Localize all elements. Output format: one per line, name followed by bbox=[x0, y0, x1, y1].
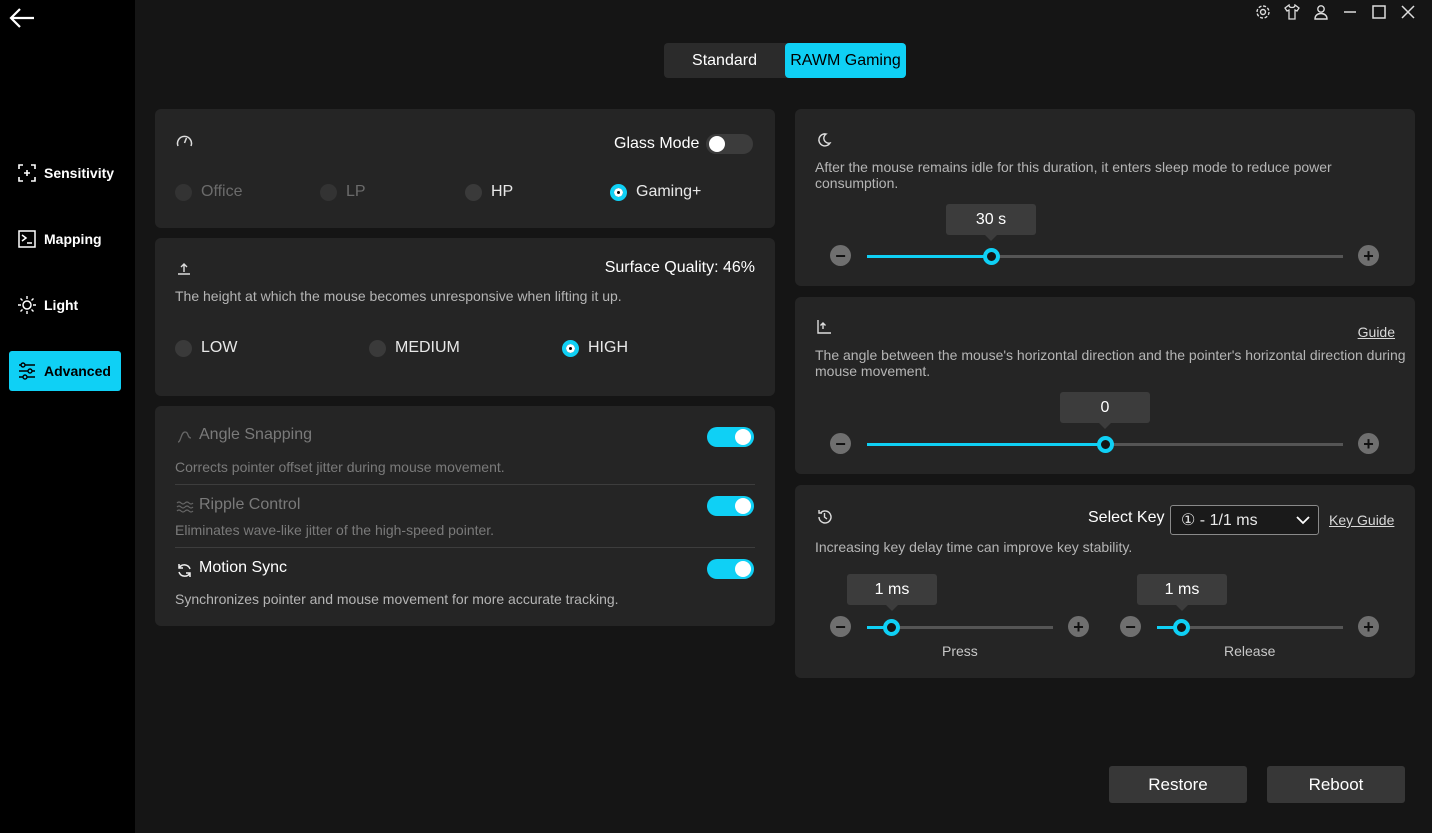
slider-fill bbox=[867, 443, 1105, 446]
lod-option-high[interactable]: HIGH bbox=[562, 339, 628, 357]
glass-mode-toggle[interactable] bbox=[706, 134, 753, 154]
history-icon bbox=[818, 510, 832, 524]
sidebar-item-label: Sensitivity bbox=[44, 165, 115, 181]
sleep-value-bubble: 30 s bbox=[946, 204, 1036, 241]
sleep-description: After the mouse remains idle for this du… bbox=[815, 159, 1332, 191]
ripple-icon bbox=[176, 501, 194, 513]
release-label: Release bbox=[1224, 643, 1276, 659]
performance-mode-card: Glass Mode Office LP HP Gaming+ bbox=[155, 109, 775, 228]
maximize-icon[interactable] bbox=[1364, 2, 1393, 22]
release-decrease-button[interactable]: − bbox=[1120, 616, 1141, 637]
slider-thumb[interactable] bbox=[1097, 436, 1114, 453]
press-value-bubble: 1 ms bbox=[847, 574, 937, 611]
press-decrease-button[interactable]: − bbox=[830, 616, 851, 637]
shirt-icon[interactable] bbox=[1277, 2, 1306, 22]
sidebar-item-sensitivity[interactable]: Sensitivity bbox=[9, 153, 121, 193]
tab-rawm-gaming[interactable]: RAWM Gaming bbox=[785, 43, 906, 78]
angle-tuning-card: Guide The angle between the mouse's hori… bbox=[795, 297, 1415, 474]
angle-increase-button[interactable]: + bbox=[1358, 433, 1379, 454]
gauge-icon bbox=[176, 135, 193, 147]
press-slider[interactable] bbox=[867, 619, 1053, 636]
angle-snapping-toggle[interactable] bbox=[707, 427, 754, 447]
angle-decrease-button[interactable]: − bbox=[830, 433, 851, 454]
release-increase-button[interactable]: + bbox=[1358, 616, 1379, 637]
slider-thumb[interactable] bbox=[883, 619, 901, 636]
sleep-slider[interactable] bbox=[867, 248, 1343, 265]
sidebar-item-label: Light bbox=[44, 297, 79, 313]
titlebar-controls bbox=[1248, 2, 1422, 22]
crosshair-icon bbox=[18, 164, 36, 182]
slider-fill bbox=[867, 255, 991, 258]
sliders-icon bbox=[19, 362, 35, 380]
mode-option-office[interactable]: Office bbox=[175, 183, 243, 201]
divider bbox=[175, 547, 755, 548]
debounce-description: Increasing key delay time can improve ke… bbox=[815, 539, 1133, 555]
lod-option-low[interactable]: LOW bbox=[175, 339, 237, 357]
angle-snapping-label: Angle Snapping bbox=[199, 426, 312, 443]
minimize-icon[interactable] bbox=[1335, 2, 1364, 22]
motion-sync-toggle[interactable] bbox=[707, 559, 754, 579]
mode-switch: Standard RAWM Gaming bbox=[664, 43, 906, 78]
sync-icon bbox=[178, 564, 191, 577]
divider bbox=[175, 484, 755, 485]
sleep-decrease-button[interactable]: − bbox=[830, 245, 851, 266]
debounce-card: Select Key Key Guide Increasing key dela… bbox=[795, 485, 1415, 678]
slider-thumb[interactable] bbox=[1173, 619, 1191, 636]
terminal-icon bbox=[18, 230, 36, 248]
lod-option-medium[interactable]: MEDIUM bbox=[369, 339, 460, 357]
reboot-button[interactable]: Reboot bbox=[1267, 766, 1405, 803]
moon-icon bbox=[818, 133, 832, 147]
angle-description: The angle between the mouse's horizontal… bbox=[815, 347, 1406, 379]
sidebar-item-mapping[interactable]: Mapping bbox=[9, 219, 121, 259]
tracking-options-card: Angle Snapping Corrects pointer offset j… bbox=[155, 406, 775, 626]
release-slider[interactable] bbox=[1157, 619, 1343, 636]
sleep-time-card: After the mouse remains idle for this du… bbox=[795, 109, 1415, 286]
select-key-label: Select Key bbox=[1088, 509, 1165, 526]
sidebar-item-label: Mapping bbox=[44, 231, 102, 247]
mode-option-hp[interactable]: HP bbox=[465, 183, 513, 201]
motion-sync-description: Synchronizes pointer and mouse movement … bbox=[175, 591, 619, 607]
ripple-control-toggle[interactable] bbox=[707, 496, 754, 516]
sleep-increase-button[interactable]: + bbox=[1358, 245, 1379, 266]
back-arrow-icon[interactable] bbox=[8, 6, 36, 30]
select-key-value: ① - 1/1 ms bbox=[1181, 512, 1258, 529]
chevron-down-icon bbox=[1296, 516, 1310, 525]
sidebar: Sensitivity Mapping Light Advanced bbox=[0, 0, 135, 833]
gear-icon[interactable] bbox=[1248, 2, 1277, 22]
lift-icon bbox=[178, 263, 190, 275]
lift-off-distance-card: Surface Quality: 46% The height at which… bbox=[155, 238, 775, 396]
release-value-bubble: 1 ms bbox=[1137, 574, 1227, 611]
tab-standard[interactable]: Standard bbox=[664, 43, 785, 78]
surface-quality-label: Surface Quality: 46% bbox=[604, 259, 755, 276]
mode-option-lp[interactable]: LP bbox=[320, 183, 366, 201]
mode-option-gaming-plus[interactable]: Gaming+ bbox=[610, 183, 701, 201]
sidebar-item-advanced[interactable]: Advanced bbox=[9, 351, 121, 391]
sidebar-item-label: Advanced bbox=[44, 363, 111, 379]
angle-value-bubble: 0 bbox=[1060, 392, 1150, 429]
select-key-dropdown[interactable]: ① - 1/1 ms bbox=[1170, 505, 1319, 535]
sidebar-item-light[interactable]: Light bbox=[9, 285, 121, 325]
user-icon[interactable] bbox=[1306, 2, 1335, 22]
angle-snapping-icon bbox=[177, 431, 192, 443]
slider-thumb[interactable] bbox=[982, 248, 1000, 265]
glass-mode-label: Glass Mode bbox=[614, 135, 700, 152]
press-label: Press bbox=[942, 643, 978, 659]
angle-slider[interactable] bbox=[867, 436, 1343, 453]
press-increase-button[interactable]: + bbox=[1068, 616, 1089, 637]
restore-button[interactable]: Restore bbox=[1109, 766, 1247, 803]
key-guide-link[interactable]: Key Guide bbox=[1329, 512, 1394, 528]
angle-icon bbox=[817, 320, 831, 334]
close-icon[interactable] bbox=[1393, 2, 1422, 22]
ripple-control-description: Eliminates wave-like jitter of the high-… bbox=[175, 522, 495, 538]
ripple-control-label: Ripple Control bbox=[199, 496, 301, 513]
angle-guide-link[interactable]: Guide bbox=[1358, 324, 1395, 340]
sun-icon bbox=[18, 296, 36, 314]
lod-description: The height at which the mouse becomes un… bbox=[175, 288, 622, 304]
angle-snapping-description: Corrects pointer offset jitter during mo… bbox=[175, 459, 505, 475]
motion-sync-label: Motion Sync bbox=[199, 559, 288, 576]
